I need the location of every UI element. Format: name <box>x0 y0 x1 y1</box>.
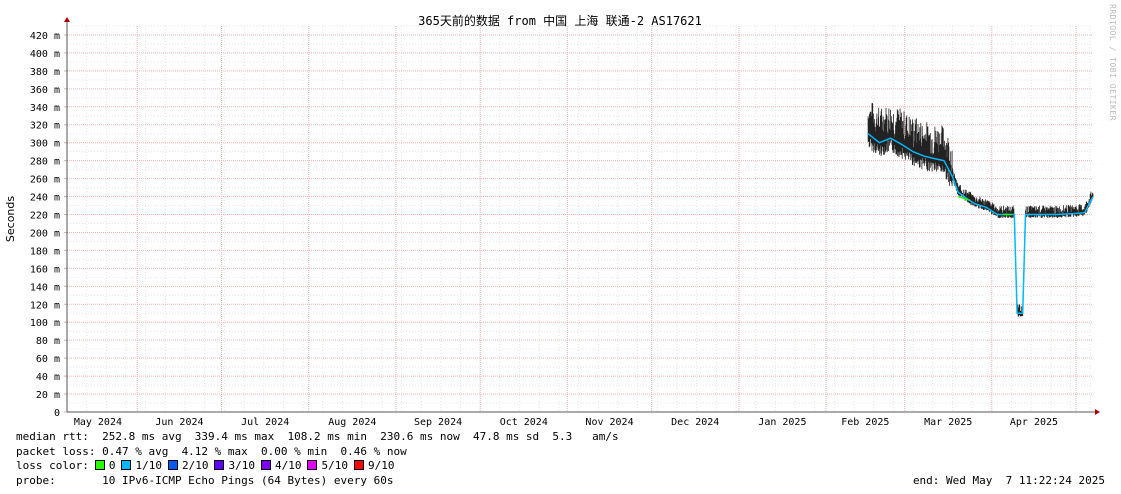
y-tick-label: 320 m <box>30 121 60 132</box>
y-tick-label: 300 m <box>30 139 60 150</box>
y-tick-label: 100 m <box>30 318 60 329</box>
x-tick-label: Jul 2024 <box>241 417 289 428</box>
x-tick-label: Aug 2024 <box>328 417 376 428</box>
loss-color-item: 9/10 <box>348 459 395 472</box>
y-tick-label: 40 m <box>36 372 60 383</box>
y-tick-label: 360 m <box>30 85 60 96</box>
median-rtt-stats: median rtt: 252.8 ms avg 339.4 ms max 10… <box>16 430 619 443</box>
y-tick-label: 20 m <box>36 390 60 401</box>
x-tick-label: May 2024 <box>74 417 122 428</box>
loss-color-item: 0 <box>89 459 115 472</box>
chart-title: 365天前的数据 from 中国 上海 联通-2 AS17621 <box>418 13 702 28</box>
loss-color-text: 3/10 <box>228 459 255 472</box>
rtt-spread <box>867 103 1094 317</box>
x-tick-label: Mar 2025 <box>924 417 972 428</box>
x-tick-label: Jun 2024 <box>155 417 203 428</box>
loss-color-text: 4/10 <box>274 459 302 472</box>
y-tick-label: 140 m <box>30 282 60 293</box>
loss-color-item: 3/10 <box>208 459 255 472</box>
y-axis-label: Seconds <box>4 196 17 242</box>
x-tick-label: Feb 2025 <box>841 417 889 428</box>
y-tick-label: 80 m <box>36 336 60 347</box>
loss-color-swatch <box>94 460 105 470</box>
loss-color-swatch <box>214 460 225 470</box>
loss-color-text: 2/10 <box>181 459 209 472</box>
loss-color-swatch <box>353 460 364 470</box>
end-time: end: Wed May 7 11:22:24 2025 <box>912 474 1105 487</box>
rrdtool-credit: RRDTOOL / TOBI OETIKER <box>1108 4 1117 121</box>
loss-color-swatch <box>260 460 271 470</box>
x-tick-label: Nov 2024 <box>585 417 633 428</box>
latency-chart: 0 20 m 40 m 60 m 80 m 100 m 120 m 140 m 160 m 180… <box>4 13 1100 428</box>
loss-color-item: 1/10 <box>115 459 162 472</box>
x-tick-label: Dec 2024 <box>671 417 719 428</box>
y-tick-label: 240 m <box>30 193 60 204</box>
y-tick-label: 180 m <box>30 246 60 257</box>
x-tick-label: Jan 2025 <box>758 417 806 428</box>
y-tick-label: 120 m <box>30 300 60 311</box>
loss-color-swatch <box>307 460 318 470</box>
y-tick-label: 160 m <box>30 264 60 275</box>
y-tick-label: 280 m <box>30 157 60 168</box>
y-tick-label: 220 m <box>30 211 60 222</box>
loss-color-text: 9/10 <box>367 459 395 472</box>
y-tick-label: 380 m <box>30 67 60 78</box>
x-tick-label: Apr 2025 <box>1010 417 1058 428</box>
probe-info: probe: 10 IPv6-ICMP Echo Pings (64 Bytes… <box>16 474 394 487</box>
loss-color-item: 2/10 <box>162 459 209 472</box>
y-tick-label: 400 m <box>30 49 60 60</box>
loss-color-legend: loss color: 0 1/10 2/10 3/10 4/10 5/10 9/10 <box>16 459 394 473</box>
y-tick-label: 420 m <box>30 31 60 42</box>
y-tick-label: 60 m <box>36 354 60 365</box>
loss-color-text: 1/10 <box>135 459 162 472</box>
x-axis-arrow <box>1095 409 1100 415</box>
loss-color-swatch <box>121 460 132 470</box>
loss-color-text: 5/10 <box>321 459 348 472</box>
x-tick-label: Sep 2024 <box>414 417 462 428</box>
x-tick-label: Oct 2024 <box>500 417 548 428</box>
y-tick-label: 340 m <box>30 103 60 114</box>
y-tick-label: 260 m <box>30 175 60 186</box>
y-tick-label: 200 m <box>30 228 60 239</box>
loss-color-item: 4/10 <box>255 459 302 472</box>
y-tick-label: 0 <box>54 408 60 419</box>
loss-color-label: loss color: <box>16 459 89 472</box>
y-axis-arrow <box>64 17 70 22</box>
loss-color-swatch <box>167 460 178 470</box>
packet-loss-stats: packet loss: 0.47 % avg 4.12 % max 0.00 … <box>16 445 407 458</box>
loss-color-item: 5/10 <box>301 459 348 472</box>
